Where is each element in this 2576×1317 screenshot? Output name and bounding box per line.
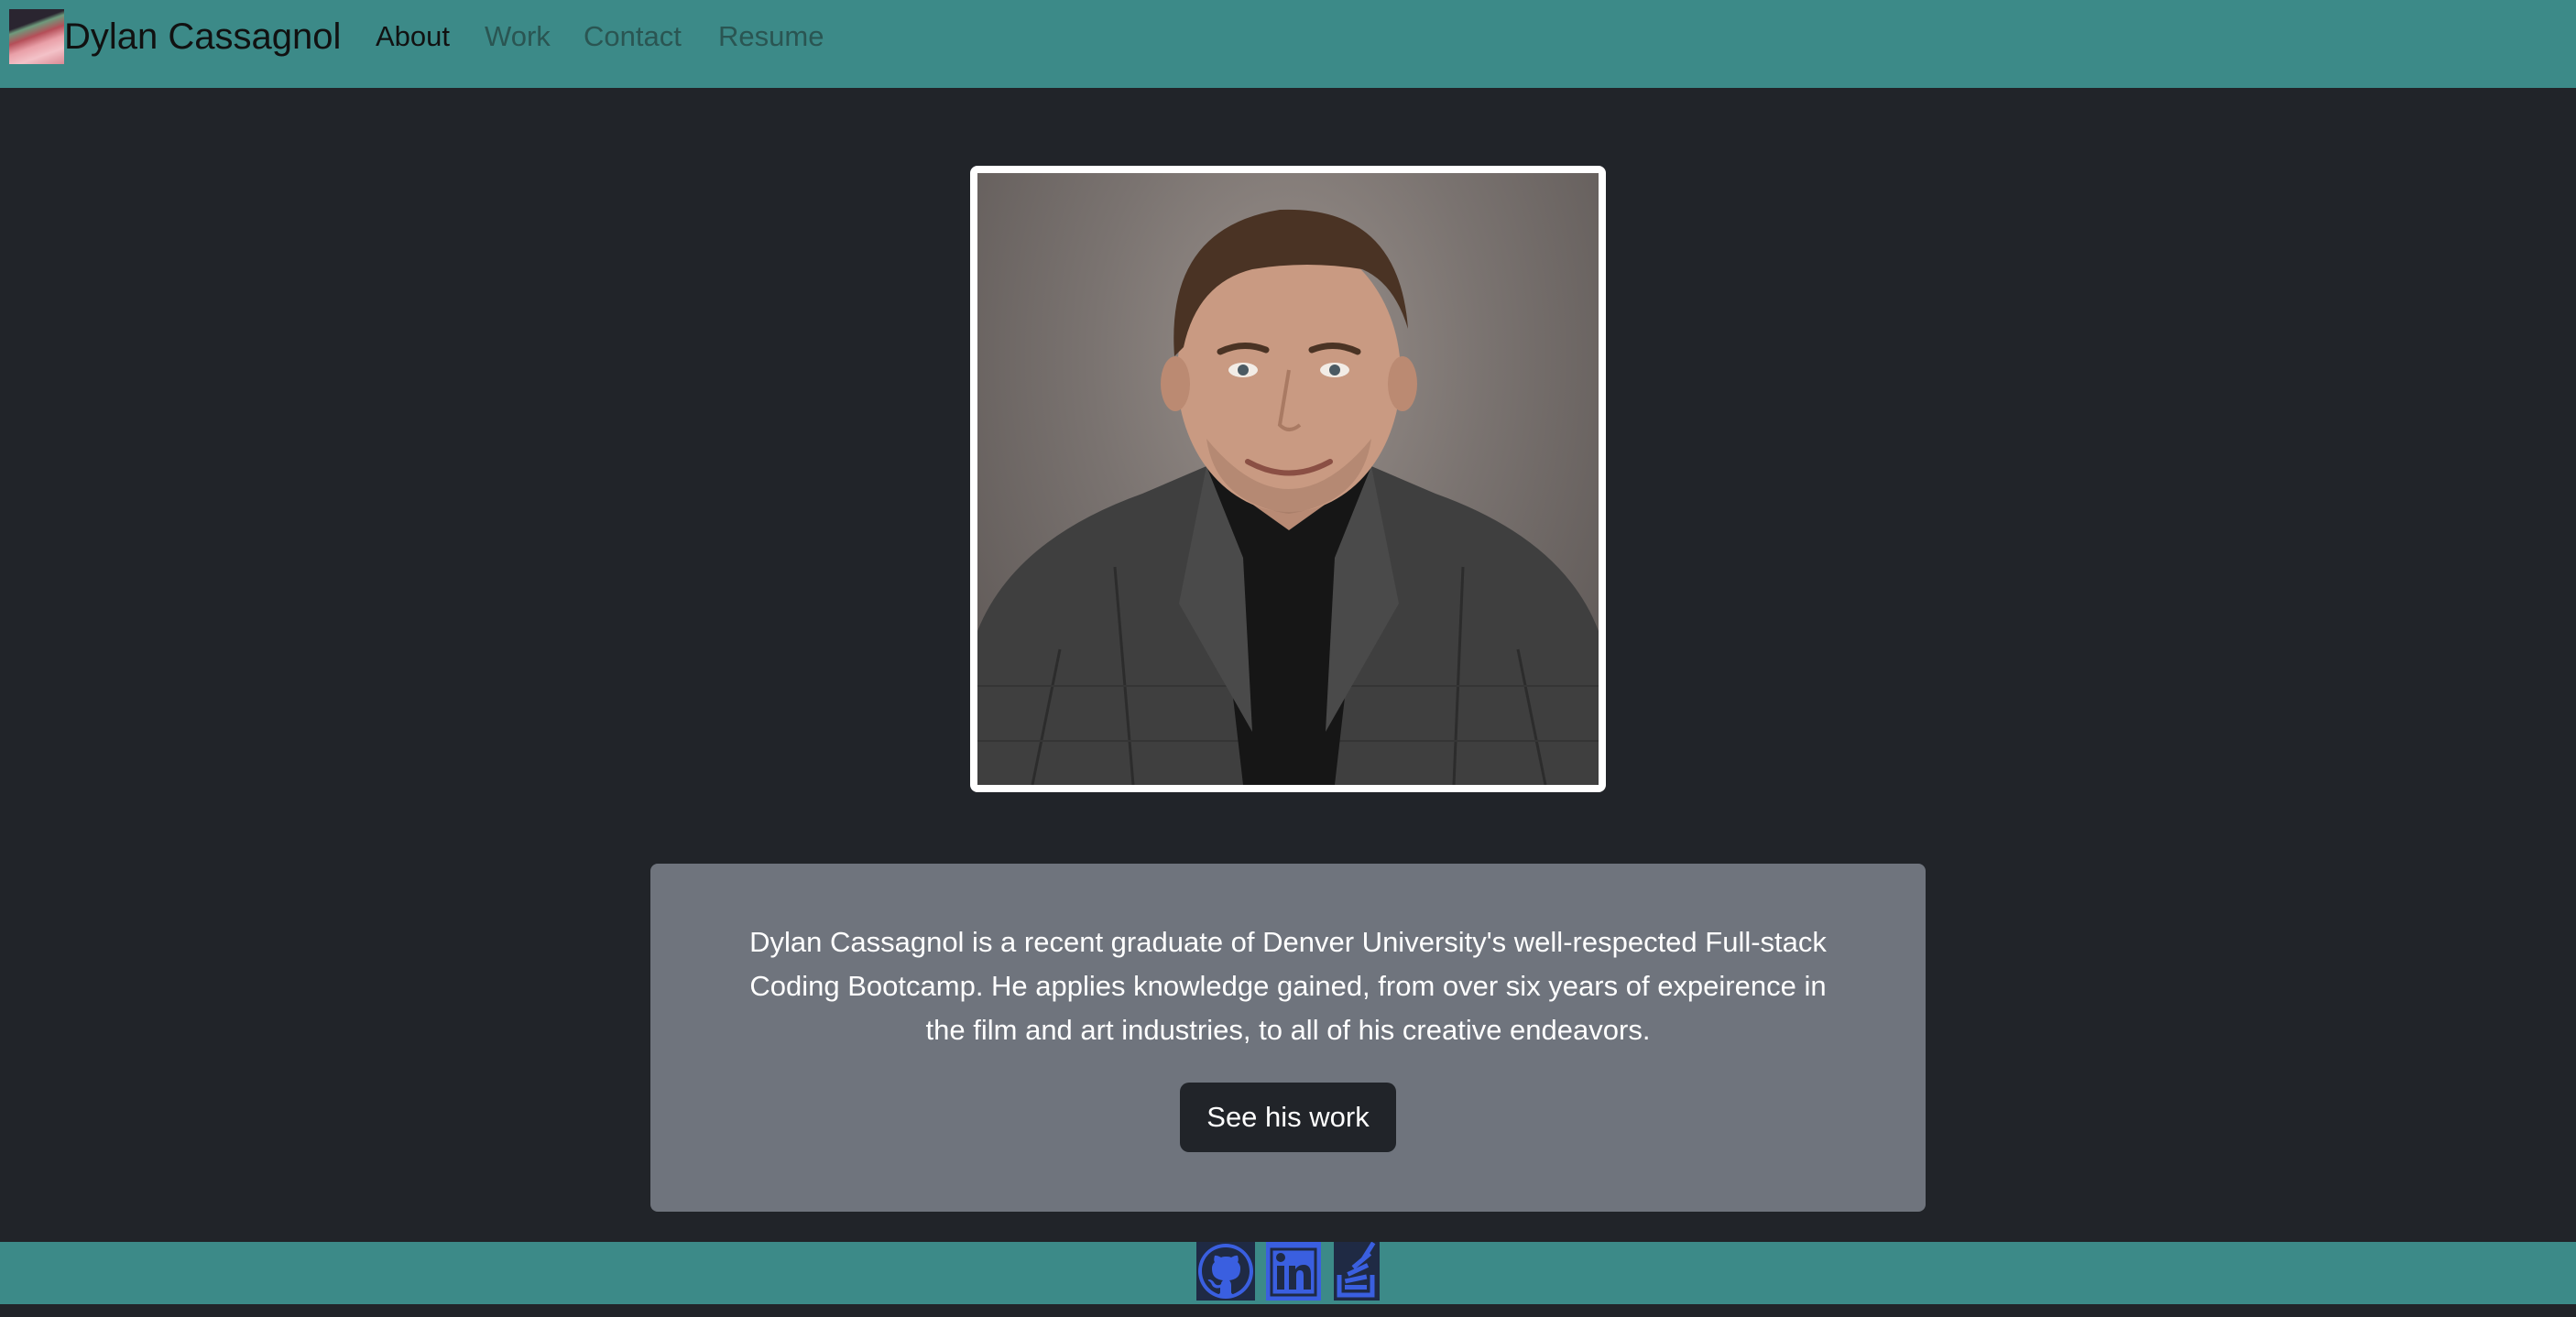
footer bbox=[0, 1242, 2576, 1304]
linkedin-link[interactable] bbox=[1266, 1242, 1321, 1301]
bio-text: Dylan Cassagnol is a recent graduate of … bbox=[715, 920, 1861, 1052]
stackoverflow-link[interactable] bbox=[1334, 1242, 1380, 1301]
navbar: Dylan Cassagnol About Work Contact Resum… bbox=[0, 0, 2576, 88]
nav-resume[interactable]: Resume bbox=[718, 18, 824, 55]
see-his-work-button[interactable]: See his work bbox=[1180, 1083, 1396, 1152]
profile-photo bbox=[977, 173, 1599, 785]
bio-line: the film and art industries, to all of h… bbox=[925, 1014, 1651, 1046]
about-card: Dylan Cassagnol is a recent graduate of … bbox=[650, 864, 1926, 1212]
brand-logo[interactable] bbox=[9, 9, 64, 64]
github-icon bbox=[1196, 1242, 1255, 1301]
nav-contact[interactable]: Contact bbox=[584, 18, 682, 55]
stackoverflow-icon bbox=[1334, 1242, 1380, 1301]
bio-line: Dylan Cassagnol is a recent graduate of … bbox=[749, 926, 1827, 958]
profile-photo-frame bbox=[970, 166, 1606, 792]
bio-line: Coding Bootcamp. He applies knowledge ga… bbox=[749, 970, 1827, 1002]
nav-about[interactable]: About bbox=[376, 18, 450, 55]
github-link[interactable] bbox=[1196, 1242, 1255, 1301]
linkedin-icon bbox=[1266, 1242, 1321, 1301]
brand-name[interactable]: Dylan Cassagnol bbox=[64, 13, 341, 60]
nav-work[interactable]: Work bbox=[485, 18, 551, 55]
